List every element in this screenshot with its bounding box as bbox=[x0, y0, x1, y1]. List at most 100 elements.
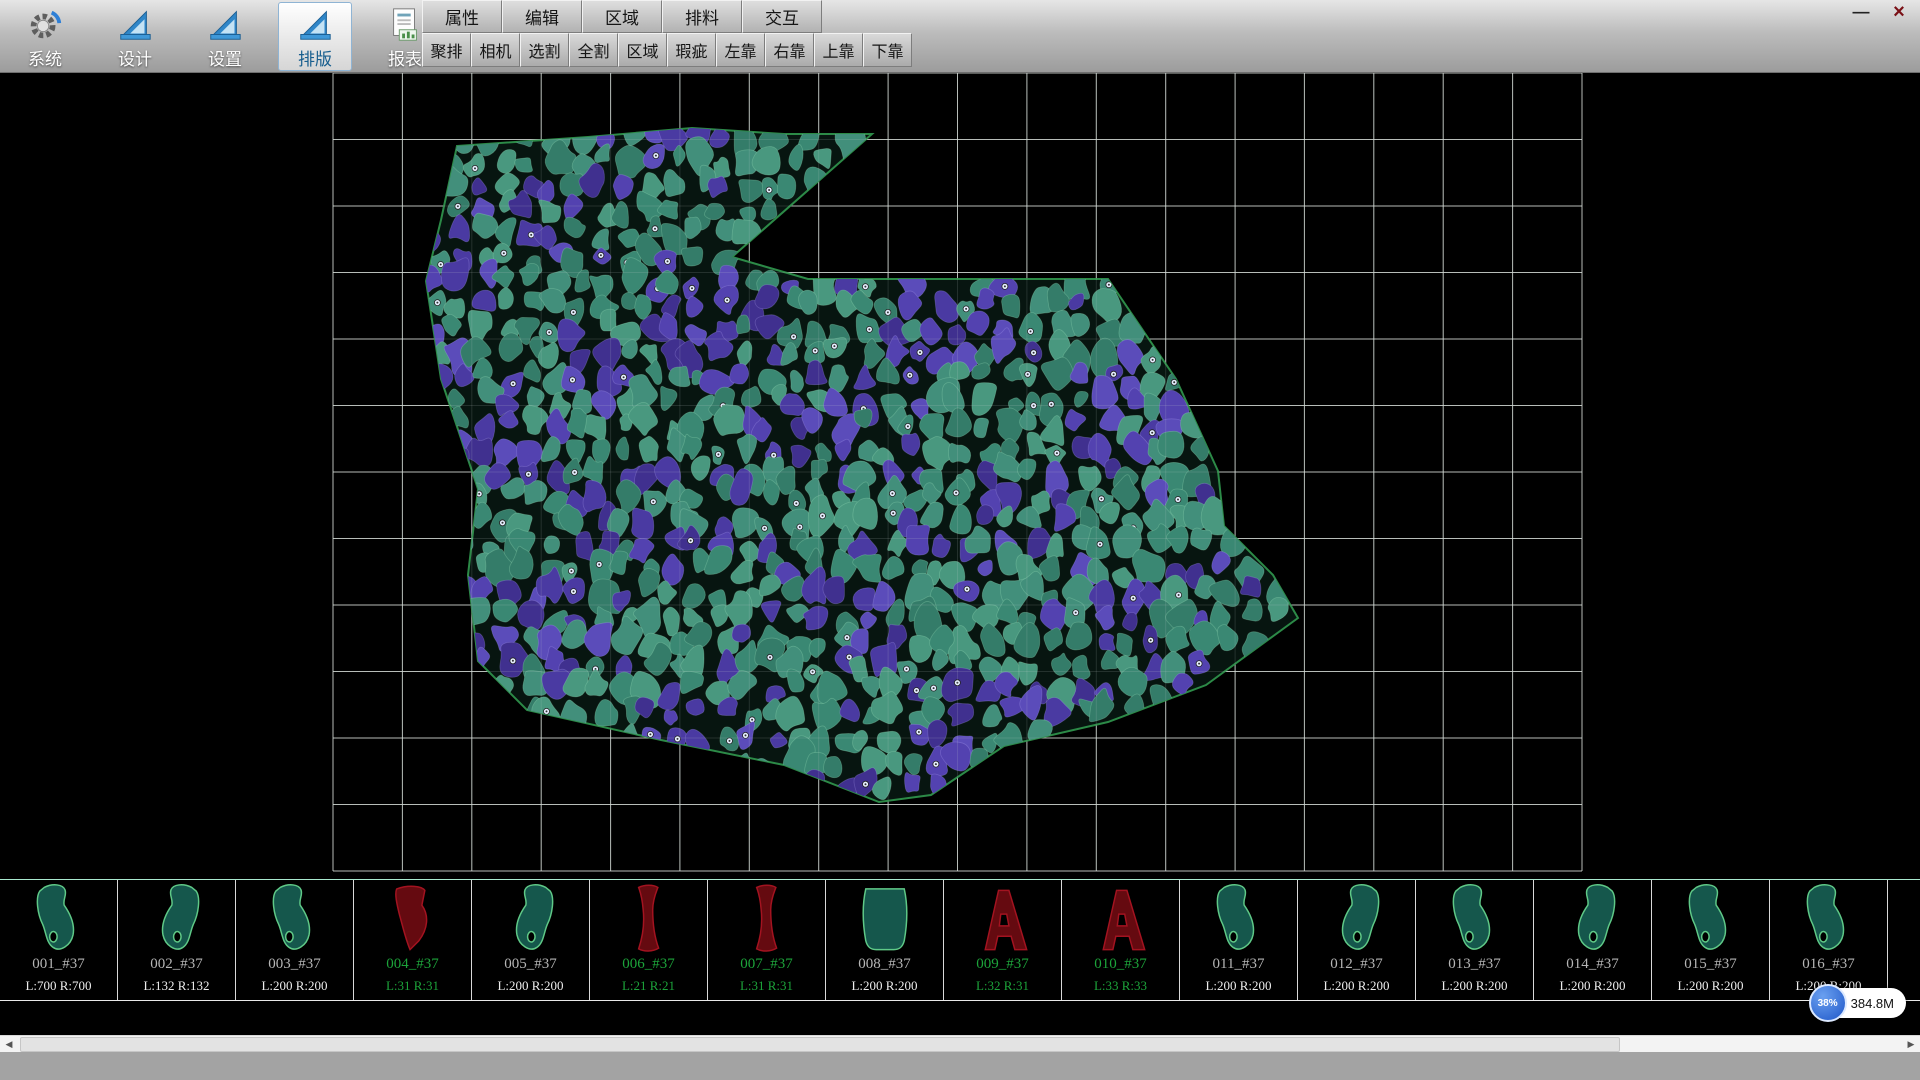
tool-button[interactable]: 聚排 bbox=[422, 33, 471, 67]
menu-stack: 属性编辑区域排料交互 聚排相机选割全割区域瑕疵左靠右靠上靠下靠 bbox=[422, 0, 912, 67]
menu-tab[interactable]: 排料 bbox=[662, 0, 742, 33]
close-button[interactable]: × bbox=[1886, 2, 1912, 22]
thumbnail-cell[interactable]: 007_#37 L:31 R:31 bbox=[708, 880, 826, 1000]
scroll-right-arrow-icon[interactable]: ▶ bbox=[1902, 1036, 1920, 1053]
nav-system[interactable]: 系统 bbox=[8, 2, 82, 71]
thumbnail-cell[interactable]: 009_#37L:32 R:31 bbox=[944, 880, 1062, 1000]
piece-thumbnail-icon bbox=[376, 883, 450, 957]
piece-lr-counts: L:200 R:200 bbox=[1416, 978, 1533, 994]
piece-lr-counts: L:31 R:31 bbox=[708, 978, 825, 994]
progress-circle: 38% bbox=[1809, 984, 1847, 1022]
piece-lr-counts: L:33 R:33 bbox=[1062, 978, 1179, 994]
memory-usage-label: 384.8M bbox=[1851, 996, 1894, 1011]
menu-tab[interactable]: 区域 bbox=[582, 0, 662, 33]
tool-button[interactable]: 右靠 bbox=[765, 33, 814, 67]
memory-usage-badge: 38% 384.8M bbox=[1813, 988, 1906, 1018]
thumbnail-cell[interactable]: 014_#37 L:200 R:200 bbox=[1534, 880, 1652, 1000]
thumbnail-cell[interactable]: 013_#37 L:200 R:200 bbox=[1416, 880, 1534, 1000]
piece-lr-counts: L:200 R:200 bbox=[1652, 978, 1769, 994]
main-nav: 系统 设计 设置 排版 bbox=[8, 2, 442, 71]
piece-thumbnail-icon bbox=[848, 883, 922, 957]
nav-label: 报表 bbox=[388, 45, 422, 70]
nesting-canvas[interactable] bbox=[0, 73, 1920, 879]
piece-thumbnail-icon bbox=[1320, 883, 1394, 957]
thumbnail-cell[interactable]: 004_#37L:31 R:31 bbox=[354, 880, 472, 1000]
piece-name: 008_#37 bbox=[826, 956, 943, 973]
nav-label: 排版 bbox=[298, 45, 332, 70]
tool-button[interactable]: 下靠 bbox=[863, 33, 912, 67]
tool-button[interactable]: 全割 bbox=[569, 33, 618, 67]
bottom-filler bbox=[0, 1052, 1920, 1080]
scroll-left-arrow-icon[interactable]: ◀ bbox=[0, 1036, 18, 1053]
thumbnail-strip: 001_#37L:700 R:700002_#37 L:132 R:132003_… bbox=[0, 879, 1920, 1001]
top-toolbar: 系统 设计 设置 排版 bbox=[0, 0, 1920, 73]
piece-thumbnail-icon bbox=[258, 883, 332, 957]
canvas-area bbox=[0, 73, 1920, 879]
piece-lr-counts: L:21 R:21 bbox=[590, 978, 707, 994]
menu-tab[interactable]: 交互 bbox=[742, 0, 822, 33]
piece-name: 010_#37 bbox=[1062, 956, 1179, 973]
piece-thumbnail-icon bbox=[966, 883, 1040, 957]
piece-lr-counts: L:200 R:200 bbox=[826, 978, 943, 994]
thumbnail-cell[interactable]: 012_#37 L:200 R:200 bbox=[1298, 880, 1416, 1000]
piece-name: 004_#37 bbox=[354, 956, 471, 973]
piece-thumbnail-icon bbox=[1438, 883, 1512, 957]
piece-name: 006_#37 bbox=[590, 956, 707, 973]
piece-lr-counts: L:200 R:200 bbox=[1298, 978, 1415, 994]
nav-design[interactable]: 设计 bbox=[98, 2, 172, 71]
tool-button[interactable]: 选割 bbox=[520, 33, 569, 67]
piece-thumbnail-icon bbox=[1084, 883, 1158, 957]
piece-lr-counts: L:200 R:200 bbox=[1534, 978, 1651, 994]
tool-button[interactable]: 相机 bbox=[471, 33, 520, 67]
menu-tab[interactable]: 编辑 bbox=[502, 0, 582, 33]
nesting-icon bbox=[294, 6, 336, 44]
window-controls: — × bbox=[1848, 2, 1912, 22]
report-icon bbox=[384, 6, 426, 44]
nav-nesting[interactable]: 排版 bbox=[278, 2, 352, 71]
piece-thumbnail-icon bbox=[1674, 883, 1748, 957]
menu-tab[interactable]: 属性 bbox=[422, 0, 502, 33]
nav-settings[interactable]: 设置 bbox=[188, 2, 262, 71]
piece-name: 001_#37 bbox=[0, 956, 117, 973]
piece-name: 014_#37 bbox=[1534, 956, 1651, 973]
menu-tab-row: 属性编辑区域排料交互 bbox=[422, 0, 912, 33]
piece-thumbnail-icon bbox=[1792, 883, 1866, 957]
tool-button[interactable]: 左靠 bbox=[716, 33, 765, 67]
minimize-button[interactable]: — bbox=[1848, 2, 1874, 22]
piece-name: 002_#37 bbox=[118, 956, 235, 973]
piece-lr-counts: L:200 R:200 bbox=[472, 978, 589, 994]
piece-name: 013_#37 bbox=[1416, 956, 1533, 973]
thumbnail-cell[interactable]: 005_#37 L:200 R:200 bbox=[472, 880, 590, 1000]
piece-thumbnail-icon bbox=[1202, 883, 1276, 957]
thumbnail-cell[interactable]: 001_#37L:700 R:700 bbox=[0, 880, 118, 1000]
tool-button[interactable]: 上靠 bbox=[814, 33, 863, 67]
tool-button[interactable]: 区域 bbox=[618, 33, 667, 67]
piece-name: 005_#37 bbox=[472, 956, 589, 973]
thumbnail-cell[interactable]: 016_#37L:200 R:200 bbox=[1770, 880, 1888, 1000]
tool-button-row: 聚排相机选割全割区域瑕疵左靠右靠上靠下靠 bbox=[422, 33, 912, 67]
piece-name: 012_#37 bbox=[1298, 956, 1415, 973]
piece-thumbnail-icon bbox=[730, 883, 804, 957]
nav-label: 设计 bbox=[118, 45, 152, 70]
thumbnail-cell[interactable]: 003_#37 L:200 R:200 bbox=[236, 880, 354, 1000]
design-icon bbox=[114, 6, 156, 44]
horizontal-scrollbar[interactable]: ◀ ▶ bbox=[0, 1035, 1920, 1052]
thumbnail-cell[interactable]: 011_#37L:200 R:200 bbox=[1180, 880, 1298, 1000]
piece-lr-counts: L:200 R:200 bbox=[236, 978, 353, 994]
piece-thumbnail-icon bbox=[140, 883, 214, 957]
tool-button[interactable]: 瑕疵 bbox=[667, 33, 716, 67]
piece-name: 015_#37 bbox=[1652, 956, 1769, 973]
piece-thumbnail-icon bbox=[494, 883, 568, 957]
thumbnail-cell[interactable]: 002_#37 L:132 R:132 bbox=[118, 880, 236, 1000]
piece-thumbnail-icon bbox=[22, 883, 96, 957]
scrollbar-thumb[interactable] bbox=[20, 1037, 1620, 1052]
thumbnail-cell[interactable]: 015_#37 L:200 R:200 bbox=[1652, 880, 1770, 1000]
nav-label: 设置 bbox=[208, 45, 242, 70]
piece-lr-counts: L:132 R:132 bbox=[118, 978, 235, 994]
thumbnail-cell[interactable]: 006_#37 L:21 R:21 bbox=[590, 880, 708, 1000]
piece-name: 007_#37 bbox=[708, 956, 825, 973]
piece-name: 016_#37 bbox=[1770, 956, 1887, 973]
thumbnail-cell[interactable]: 010_#37 L:33 R:33 bbox=[1062, 880, 1180, 1000]
thumbnail-cell[interactable]: 008_#37 L:200 R:200 bbox=[826, 880, 944, 1000]
piece-name: 003_#37 bbox=[236, 956, 353, 973]
